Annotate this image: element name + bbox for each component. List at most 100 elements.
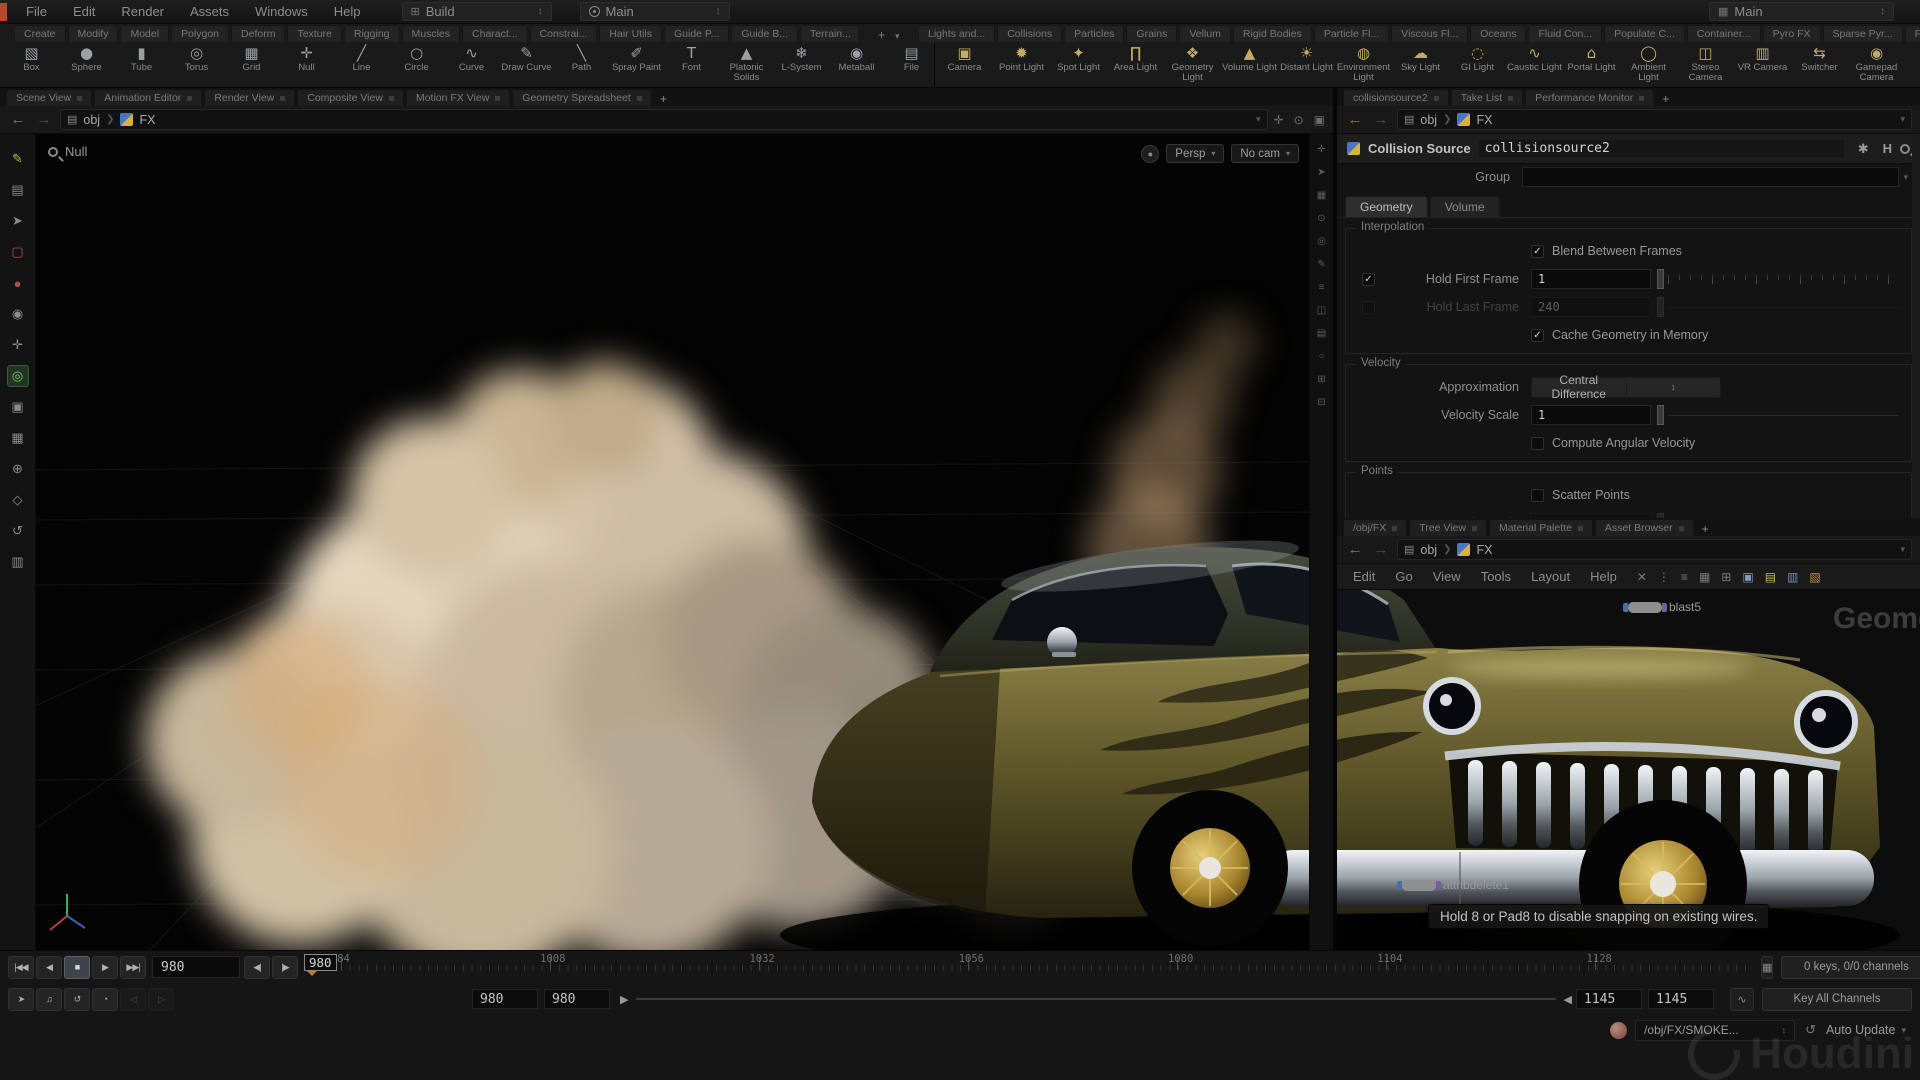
shelf-tab[interactable]: Particle Fl... — [1314, 25, 1389, 42]
pane-tab[interactable]: Motion FX View — [406, 89, 510, 106]
viewport-option-icon[interactable]: ➤ — [1317, 167, 1325, 178]
shelf-tool[interactable]: ✹ Point Light — [993, 42, 1050, 88]
network-menu-item[interactable]: View — [1423, 569, 1471, 584]
pane-tab-box-icon[interactable] — [637, 96, 642, 101]
shelf-tool[interactable]: ▦ Grid — [224, 42, 279, 88]
grid-snap-icon[interactable]: ▦ — [1699, 570, 1710, 584]
viewport-option-icon[interactable]: ✎ — [1317, 259, 1325, 270]
network-menu-item[interactable]: Edit — [1343, 569, 1385, 584]
pane-tab-box-icon[interactable] — [1578, 526, 1583, 531]
pane-tab[interactable]: Asset Browser — [1595, 519, 1694, 536]
shelf-tool[interactable]: ⇆ Switcher — [1791, 42, 1848, 88]
shelf-tool[interactable]: ◫ Stereo Camera — [1677, 42, 1734, 88]
pane-tab[interactable]: Take List — [1451, 89, 1523, 106]
background-image-icon[interactable]: ▥ — [1787, 570, 1798, 584]
path-dropdown-caret[interactable]: ▾ — [1256, 114, 1261, 125]
audio-icon[interactable]: ♫ — [36, 988, 62, 1011]
keys-status-button[interactable]: 0 keys, 0/0 channels — [1781, 956, 1920, 979]
shelf-tab[interactable]: Container... — [1687, 25, 1761, 42]
pane-tab[interactable]: /obj/FX — [1343, 519, 1407, 536]
forward-arrow-icon[interactable]: → — [1371, 111, 1391, 128]
shelf-tool[interactable]: ❄ L-System — [774, 42, 829, 88]
shelf-tool[interactable]: ✛ Null — [279, 42, 334, 88]
shelf-tab[interactable]: Fluid Con... — [1528, 25, 1602, 42]
stop-button[interactable]: ■ — [64, 956, 90, 979]
pane-tab[interactable]: collisionsource2 — [1343, 89, 1449, 106]
path-dropdown-caret[interactable]: ▾ — [1900, 114, 1905, 125]
view-tool-icon[interactable]: ↺ — [7, 520, 29, 542]
shelf-tab[interactable]: Hair Utils — [599, 25, 662, 42]
pose-tool-icon[interactable]: ✎ — [7, 148, 29, 170]
global-start-field[interactable]: 980 — [472, 989, 538, 1009]
shelf-tool[interactable]: ▤ File — [884, 42, 933, 88]
shelf-tab[interactable]: Pyro FX — [1763, 25, 1821, 42]
params-scrollbar[interactable] — [1912, 134, 1920, 518]
pane-tab[interactable]: Render View — [204, 89, 295, 106]
shelf-tab[interactable]: Oceans — [1470, 25, 1526, 42]
pane-tab-box-icon[interactable] — [1392, 526, 1397, 531]
current-op-path-selector[interactable]: /obj/FX/SMOKE... ↕ — [1635, 1020, 1795, 1041]
range-start-field[interactable]: 980 — [544, 989, 610, 1009]
velocity-scale-input[interactable]: 1 — [1531, 405, 1651, 425]
pane-tab[interactable]: Scene View — [6, 89, 92, 106]
network-menu-item[interactable]: Tools — [1471, 569, 1521, 584]
path-root[interactable]: obj — [1420, 113, 1437, 127]
shelf-tool[interactable]: ∿ Curve — [444, 42, 499, 88]
display-options-icon[interactable]: ≡ — [1681, 570, 1688, 584]
slider-handle[interactable] — [1657, 405, 1664, 425]
group-input[interactable] — [1522, 167, 1899, 187]
viewport-option-icon[interactable]: ≡ — [1319, 282, 1325, 293]
range-end-field[interactable]: 1145 — [1576, 989, 1642, 1009]
forward-arrow-icon[interactable]: → — [1371, 541, 1391, 558]
projection-selector[interactable]: Persp ▾ — [1166, 144, 1224, 163]
shelf-tab[interactable]: Model — [120, 25, 169, 42]
shelf-tab[interactable]: Rigging — [344, 25, 400, 42]
radial-menu-selector[interactable]: Main ↕ — [580, 2, 730, 21]
snapping-icon[interactable]: ⋮ — [1658, 570, 1670, 584]
play-reverse-button[interactable]: ◀ — [36, 956, 62, 979]
pane-gutter[interactable] — [1333, 88, 1337, 950]
shelf-tool[interactable]: ● Sphere — [59, 42, 114, 88]
range-track[interactable] — [636, 998, 1555, 1000]
pane-tab[interactable]: Performance Monitor — [1525, 89, 1654, 106]
timeline-ruler[interactable]: 980 984100810321056108011041128 — [306, 953, 1751, 981]
shelf-tool[interactable]: ✐ Spray Paint — [609, 42, 664, 88]
flipbook-icon[interactable]: ▣ — [1314, 113, 1325, 127]
path-context[interactable]: FX — [1476, 113, 1492, 127]
node-name-field[interactable]: collisionsource2 — [1479, 140, 1844, 157]
node-blast5[interactable]: blast5 — [1628, 600, 1701, 614]
slider-track[interactable] — [1668, 307, 1899, 308]
shelf-tab[interactable]: Polygon — [171, 25, 229, 42]
follow-playbar-icon[interactable]: ➤ — [8, 988, 34, 1011]
viewport-option-icon[interactable]: ⊙ — [1317, 213, 1325, 224]
menu-item[interactable]: Help — [321, 0, 374, 24]
shelf-tab[interactable]: Sparse Pyr... — [1823, 25, 1903, 42]
slider-track[interactable] — [1668, 275, 1899, 284]
menu-item[interactable]: Edit — [60, 0, 108, 24]
hold-last-input[interactable]: 240 — [1531, 297, 1651, 317]
gear-icon[interactable]: ✱ — [1858, 141, 1869, 157]
shelf-tool[interactable]: ☁ Sky Light — [1392, 42, 1449, 88]
shelf-tab[interactable]: Populate C... — [1604, 25, 1685, 42]
flipbook-icon[interactable]: ▥ — [7, 551, 29, 573]
slider-handle[interactable] — [1657, 269, 1664, 289]
select-arrow-icon[interactable]: ➤ — [7, 210, 29, 232]
shelf-overflow-caret[interactable]: ▾ — [891, 31, 904, 42]
rotate-tool-icon[interactable]: ◎ — [7, 365, 29, 387]
slider-handle[interactable] — [1657, 297, 1664, 317]
shelf-tab[interactable]: Particles — [1064, 25, 1124, 42]
viewport-option-icon[interactable]: ⊟ — [1317, 397, 1325, 408]
viewport-option-icon[interactable]: ⊞ — [1317, 374, 1325, 385]
shelf-tab[interactable]: Guide B... — [731, 25, 798, 42]
pane-tab-box-icon[interactable] — [1472, 526, 1477, 531]
path-field[interactable]: ▤ obj ❯ FX ▾ — [1397, 109, 1912, 130]
shelf-tab[interactable]: Guide P... — [664, 25, 729, 42]
realtime-toggle-icon[interactable]: ◔ — [92, 988, 118, 1011]
menu-item[interactable]: Render — [108, 0, 177, 24]
shelf-tool[interactable]: ○ Circle — [389, 42, 444, 88]
shelf-tab[interactable]: Terrain... — [800, 25, 858, 42]
shelf-tool[interactable]: ∏ Area Light — [1107, 42, 1164, 88]
tab-geometry[interactable]: Geometry — [1345, 196, 1428, 217]
shelf-tab[interactable]: Texture — [287, 25, 341, 42]
menu-item[interactable]: File — [13, 0, 60, 24]
